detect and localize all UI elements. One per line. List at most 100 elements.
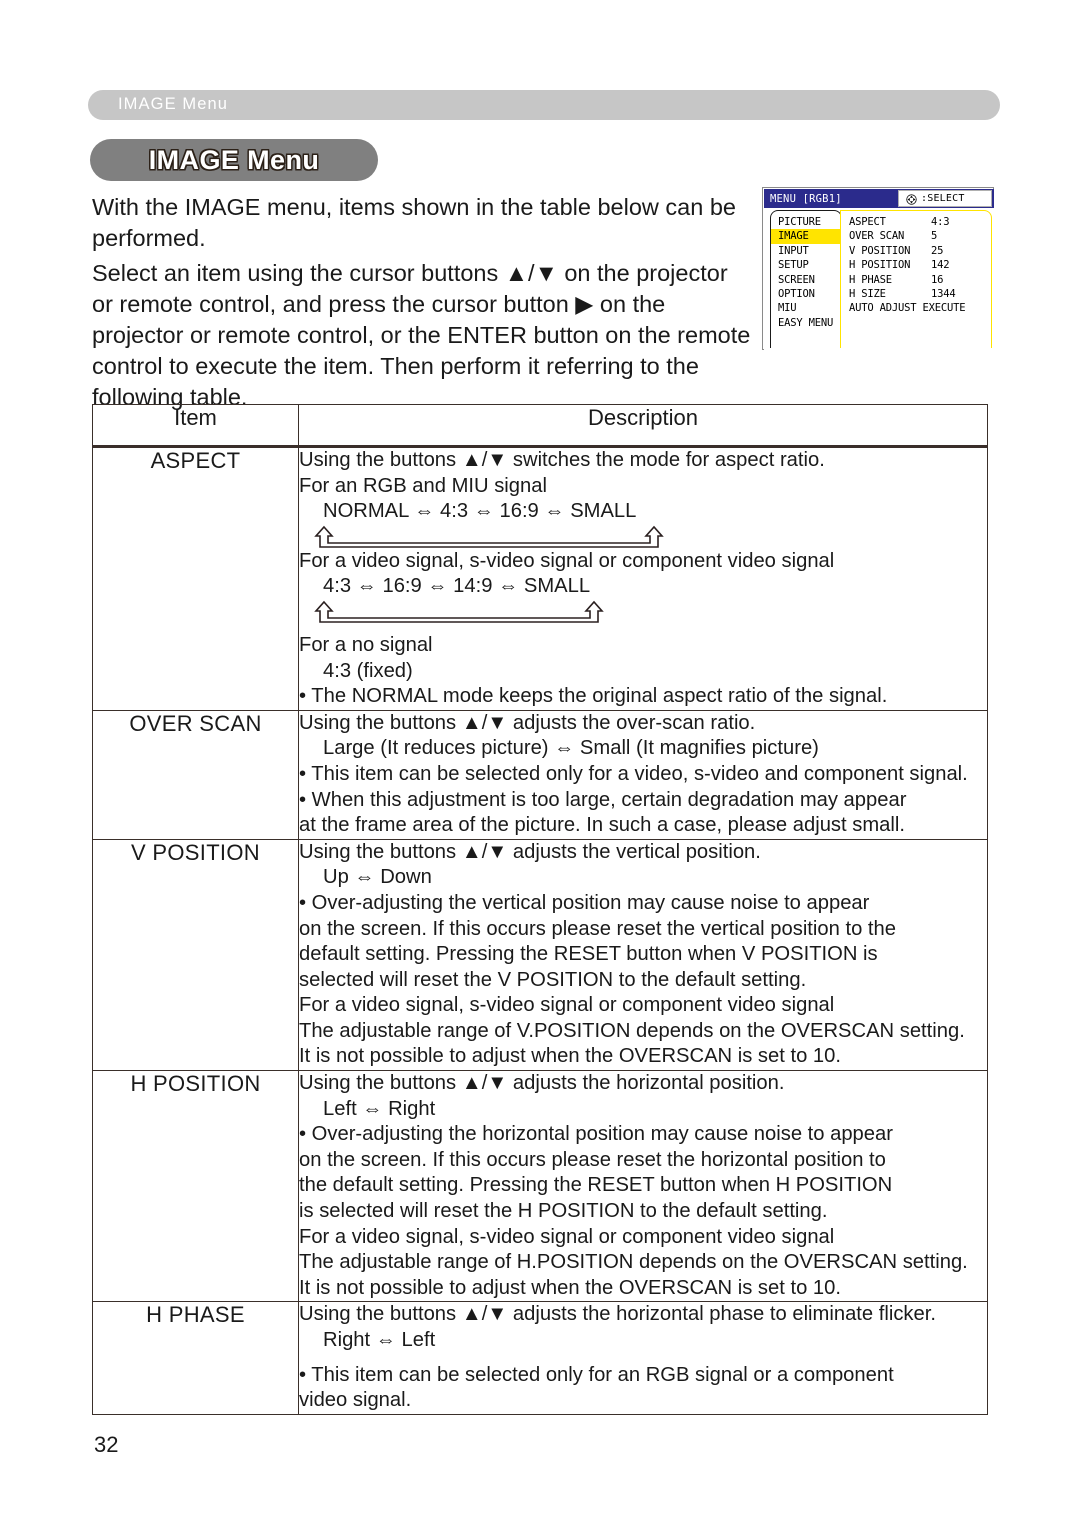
table-header-row: Item Description — [92, 404, 988, 448]
osd-settings-list: ASPECT 4:3 OVER SCAN 5 V POSITION 25 H P… — [840, 210, 992, 348]
osd-category-setup[interactable]: SETUP — [771, 258, 841, 272]
hposition-line-3: • Over-adjusting the horizontal position… — [299, 1123, 893, 1146]
hposition-line-9: It is not possible to adjust when the OV… — [299, 1276, 841, 1299]
page-number: 32 — [94, 1432, 119, 1457]
osd-setting-h-size-value: 1344 — [931, 287, 956, 300]
osd-setting-aspect-value: 4:3 — [931, 216, 950, 228]
osd-category-easy-menu[interactable]: EASY MENU — [771, 316, 841, 330]
overscan-line-3: • This item can be selected only for a v… — [299, 762, 968, 785]
osd-setting-aspect[interactable]: ASPECT 4:3 — [841, 215, 991, 229]
osd-setting-aspect-name: ASPECT — [849, 216, 886, 228]
hposition-line-8: The adjustable range of H.POSITION depen… — [299, 1251, 968, 1274]
running-header-label: IMAGE Menu — [118, 95, 229, 113]
osd-select-hint: :SELECT — [898, 190, 992, 207]
osd-auto-adjust-row[interactable]: AUTO ADJUST EXECUTE — [841, 301, 991, 315]
hphase-line-4: video signal. — [299, 1389, 412, 1412]
hphase-line-3: • This item can be selected only for an … — [299, 1363, 894, 1386]
cursor-pad-icon — [906, 194, 917, 205]
osd-category-miu[interactable]: MIU — [771, 301, 841, 315]
aspect-line-3: NORMAL ⇔ 4:3 ⇔ 16:9 ⇔ SMALL — [323, 500, 637, 523]
osd-menu-figure: MENU [RGB1] :SELECT PICTURE IMAGE INPUT … — [762, 187, 994, 350]
osd-body: PICTURE IMAGE INPUT SETUP SCREEN OPTION … — [764, 208, 994, 350]
overscan-line-4: • When this adjustment is too large, cer… — [299, 788, 907, 811]
row-desc-aspect: Using the buttons ▲/▼ switches the mode … — [298, 446, 988, 711]
row-item-aspect: ASPECT — [92, 446, 299, 711]
hphase-line-1: Using the buttons ▲/▼ adjusts the horizo… — [299, 1303, 936, 1326]
osd-setting-h-position-value: 142 — [931, 259, 950, 272]
hposition-line-2: Left ⇔ Right — [323, 1097, 436, 1120]
osd-setting-h-phase[interactable]: H PHASE 16 — [841, 273, 991, 287]
row-item-v-position: V POSITION — [92, 838, 299, 1072]
overscan-line-1: Using the buttons ▲/▼ adjusts the over-s… — [299, 711, 756, 734]
hphase-line-2: Right ⇔ Left — [323, 1329, 436, 1351]
vposition-line-4: on the screen. If this occurs please res… — [299, 917, 896, 940]
row-desc-over-scan: Using the buttons ▲/▼ adjusts the over-s… — [298, 709, 988, 840]
intro-paragraph-2: Select an item using the cursor buttons … — [92, 260, 751, 410]
table-header-item: Item — [92, 404, 299, 448]
row-desc-v-position: Using the buttons ▲/▼ adjusts the vertic… — [298, 838, 988, 1072]
osd-category-list: PICTURE IMAGE INPUT SETUP SCREEN OPTION … — [770, 210, 842, 348]
vposition-line-9: It is not possible to adjust when the OV… — [299, 1045, 841, 1068]
aspect-line-6: For a no signal — [299, 633, 433, 656]
osd-setting-h-phase-name: H PHASE — [849, 273, 892, 286]
hposition-line-4: on the screen. If this occurs please res… — [299, 1148, 886, 1171]
aspect-line-7: 4:3 (fixed) — [323, 659, 413, 682]
intro-text: With the IMAGE menu, items shown in the … — [92, 192, 752, 413]
osd-auto-adjust-label: AUTO ADJUST EXECUTE — [849, 302, 966, 315]
page-title: IMAGE Menu — [148, 145, 320, 175]
vposition-line-7: For a video signal, s-video signal or co… — [299, 994, 835, 1017]
vposition-line-2: Up ⇔ Down — [323, 866, 432, 889]
loop-arrow-icon — [314, 600, 604, 623]
osd-setting-over-scan-value: 5 — [931, 230, 938, 243]
aspect-line-1: Using the buttons ▲/▼ switches the mode … — [299, 449, 825, 471]
osd-title-label: MENU [RGB1] — [770, 192, 842, 205]
overscan-line-2: Large (It reduces picture) ⇔ Small (It m… — [323, 737, 819, 760]
row-item-h-position: H POSITION — [92, 1070, 299, 1303]
table-row: H PHASE Using the buttons ▲/▼ adjusts th… — [92, 1301, 988, 1415]
table-header-description: Description — [298, 404, 988, 448]
osd-setting-v-position-value: 25 — [931, 244, 944, 257]
aspect-line-4: For a video signal, s-video signal or co… — [299, 549, 835, 572]
vposition-line-1: Using the buttons ▲/▼ adjusts the vertic… — [299, 840, 761, 863]
osd-titlebar: MENU [RGB1] :SELECT — [764, 189, 994, 208]
hposition-line-7: For a video signal, s-video signal or co… — [299, 1225, 835, 1248]
osd-setting-over-scan[interactable]: OVER SCAN 5 — [841, 229, 991, 243]
running-header: IMAGE Menu — [88, 90, 1000, 120]
aspect-line-2: For an RGB and MIU signal — [299, 474, 547, 497]
row-desc-h-phase: Using the buttons ▲/▼ adjusts the horizo… — [298, 1301, 988, 1415]
hposition-line-6: is selected will reset the H POSITION to… — [299, 1200, 828, 1223]
osd-setting-h-size[interactable]: H SIZE 1344 — [841, 287, 991, 301]
intro-paragraph-1: With the IMAGE menu, items shown in the … — [92, 194, 736, 251]
osd-setting-h-phase-value: 16 — [931, 273, 944, 286]
osd-category-option[interactable]: OPTION — [771, 287, 841, 301]
row-item-h-phase: H PHASE — [92, 1301, 299, 1415]
osd-category-input[interactable]: INPUT — [771, 244, 841, 258]
osd-category-screen[interactable]: SCREEN — [771, 273, 841, 287]
osd-category-picture[interactable]: PICTURE — [771, 215, 841, 229]
osd-setting-v-position[interactable]: V POSITION 25 — [841, 244, 991, 258]
osd-setting-v-position-name: V POSITION — [849, 244, 911, 257]
osd-category-image[interactable]: IMAGE — [771, 229, 841, 244]
osd-setting-h-size-name: H SIZE — [849, 287, 886, 300]
osd-setting-h-position-name: H POSITION — [849, 259, 911, 272]
aspect-line-5: 4:3 ⇔ 16:9 ⇔ 14:9 ⇔ SMALL — [323, 575, 591, 598]
osd-setting-over-scan-name: OVER SCAN — [849, 230, 905, 243]
vposition-line-5: default setting. Pressing the RESET butt… — [299, 943, 878, 966]
row-desc-h-position: Using the buttons ▲/▼ adjusts the horizo… — [298, 1070, 988, 1303]
table-row: ASPECT Using the buttons ▲/▼ switches th… — [92, 446, 988, 711]
overscan-line-5: at the frame area of the picture. In suc… — [299, 814, 905, 837]
table-row: OVER SCAN Using the buttons ▲/▼ adjusts … — [92, 709, 988, 840]
vposition-line-6: selected will reset the V POSITION to th… — [299, 968, 807, 991]
loop-arrow-icon — [314, 525, 664, 548]
document-page: IMAGE Menu IMAGE Menu With the IMAGE men… — [0, 0, 1080, 1514]
row-item-over-scan: OVER SCAN — [92, 709, 299, 840]
hposition-line-1: Using the buttons ▲/▼ adjusts the horizo… — [299, 1072, 785, 1095]
osd-select-label: :SELECT — [921, 193, 965, 204]
table-row: H POSITION Using the buttons ▲/▼ adjusts… — [92, 1070, 988, 1303]
page-title-pill: IMAGE Menu — [90, 139, 378, 181]
table-row: V POSITION Using the buttons ▲/▼ adjusts… — [92, 838, 988, 1072]
image-menu-table: Item Description ASPECT Using the button… — [92, 404, 988, 1415]
aspect-line-8: • The NORMAL mode keeps the original asp… — [299, 685, 888, 708]
hposition-line-5: the default setting. Pressing the RESET … — [299, 1174, 893, 1197]
osd-setting-h-position[interactable]: H POSITION 142 — [841, 258, 991, 272]
